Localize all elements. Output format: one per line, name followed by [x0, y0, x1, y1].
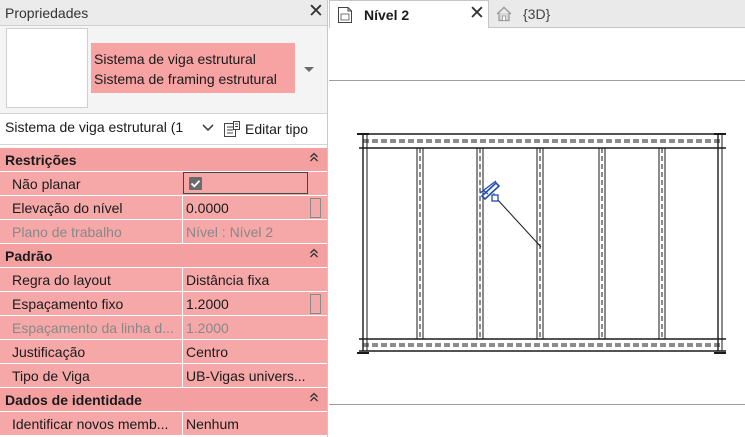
property-value[interactable]: 0.0000 [186, 200, 308, 216]
type-preview-image [6, 28, 88, 108]
chevron-down-icon[interactable] [301, 63, 317, 75]
property-row-espacamento-da-linha: Espaçamento da linha d... 1.2000 [0, 316, 327, 340]
properties-rows: Restrições Não planar Elevação do nível … [0, 148, 327, 436]
tab-label: {3D} [523, 6, 551, 22]
family-name: Sistema de viga estrutural [94, 51, 256, 67]
properties-title: Propriedades [5, 5, 89, 21]
group-label: Padrão [5, 248, 53, 264]
property-label: Justificação [12, 344, 86, 360]
property-value[interactable]: UB-Vigas univers... [186, 368, 308, 384]
property-label: Espaçamento da linha d... [12, 320, 174, 336]
property-row-justificacao[interactable]: Justificação Centro [0, 340, 327, 364]
type-name-block[interactable]: Sistema de viga estrutural Sistema de fr… [91, 43, 295, 93]
tab-3d[interactable]: {3D} [489, 0, 745, 28]
property-label: Identificar novos memb... [12, 416, 169, 432]
property-value[interactable]: 1.2000 [186, 296, 308, 312]
property-row-nao-planar[interactable]: Não planar [0, 172, 327, 196]
edit-type-button[interactable]: Editar tipo [223, 118, 308, 140]
value-spinner[interactable] [310, 294, 321, 314]
property-row-plano-de-trabalho: Plano de trabalho Nível : Nível 2 [0, 220, 327, 244]
group-header-restricoes[interactable]: Restrições [0, 148, 327, 172]
type-selector[interactable]: Sistema de viga estrutural Sistema de fr… [0, 26, 327, 114]
group-label: Dados de identidade [5, 392, 142, 408]
drawing-canvas[interactable] [329, 28, 745, 437]
instance-filter-row: Sistema de viga estrutural (1 Editar tip… [0, 114, 327, 144]
property-row-espacamento-fixo[interactable]: Espaçamento fixo 1.2000 [0, 292, 327, 316]
nao-planar-checkbox-cell[interactable] [183, 172, 308, 194]
checkbox-checked-icon[interactable] [189, 177, 202, 190]
property-row-tipo-de-viga[interactable]: Tipo de Viga UB-Vigas univers... [0, 364, 327, 388]
property-label: Espaçamento fixo [12, 296, 124, 312]
close-icon[interactable]: ✕ [306, 1, 326, 23]
property-row-regra-do-layout[interactable]: Regra do layout Distância fixa [0, 268, 327, 292]
3d-view-house-icon [496, 6, 512, 22]
property-row-identificar-novos-membros[interactable]: Identificar novos memb... Nenhum [0, 412, 327, 436]
tab-nivel-2[interactable]: Nível 2 ✕ [329, 0, 489, 28]
properties-grid: Restrições Não planar Elevação do nível … [0, 144, 327, 437]
collapse-chevron-icon[interactable] [308, 247, 320, 259]
close-icon[interactable]: ✕ [468, 4, 486, 24]
edit-type-icon [224, 121, 240, 137]
property-value[interactable]: Centro [186, 344, 308, 360]
property-label: Não planar [12, 176, 81, 192]
property-value[interactable]: Distância fixa [186, 272, 308, 288]
property-value: 1.2000 [186, 320, 229, 336]
properties-palette: Propriedades ✕ Sistema de viga estrutura… [0, 0, 328, 437]
type-name: Sistema de framing estrutural [94, 71, 277, 87]
value-spinner[interactable] [310, 198, 321, 218]
view-tabs: Nível 2 ✕ {3D} [329, 0, 745, 28]
property-label: Tipo de Viga [12, 368, 90, 384]
group-header-padrao[interactable]: Padrão [0, 244, 327, 268]
property-value[interactable]: Nenhum [186, 416, 308, 432]
collapse-chevron-icon[interactable] [308, 391, 320, 403]
property-row-elevacao-do-nivel[interactable]: Elevação do nível 0.0000 [0, 196, 327, 220]
chevron-down-icon[interactable] [201, 123, 215, 133]
instance-filter-select[interactable]: Sistema de viga estrutural (1 [5, 119, 197, 135]
group-header-dados-de-identidade[interactable]: Dados de identidade [0, 388, 327, 412]
property-label: Elevação do nível [12, 200, 123, 216]
tab-label: Nível 2 [364, 7, 410, 23]
property-label: Plano de trabalho [12, 224, 122, 240]
collapse-chevron-icon[interactable] [308, 151, 320, 163]
floor-plan-icon [338, 7, 352, 23]
property-label: Regra do layout [12, 272, 111, 288]
property-value: Nível : Nível 2 [186, 224, 274, 240]
group-label: Restrições [5, 152, 77, 168]
structural-framing-drawing [357, 133, 726, 354]
properties-titlebar: Propriedades ✕ [0, 0, 327, 26]
edit-type-label: Editar tipo [245, 121, 309, 137]
